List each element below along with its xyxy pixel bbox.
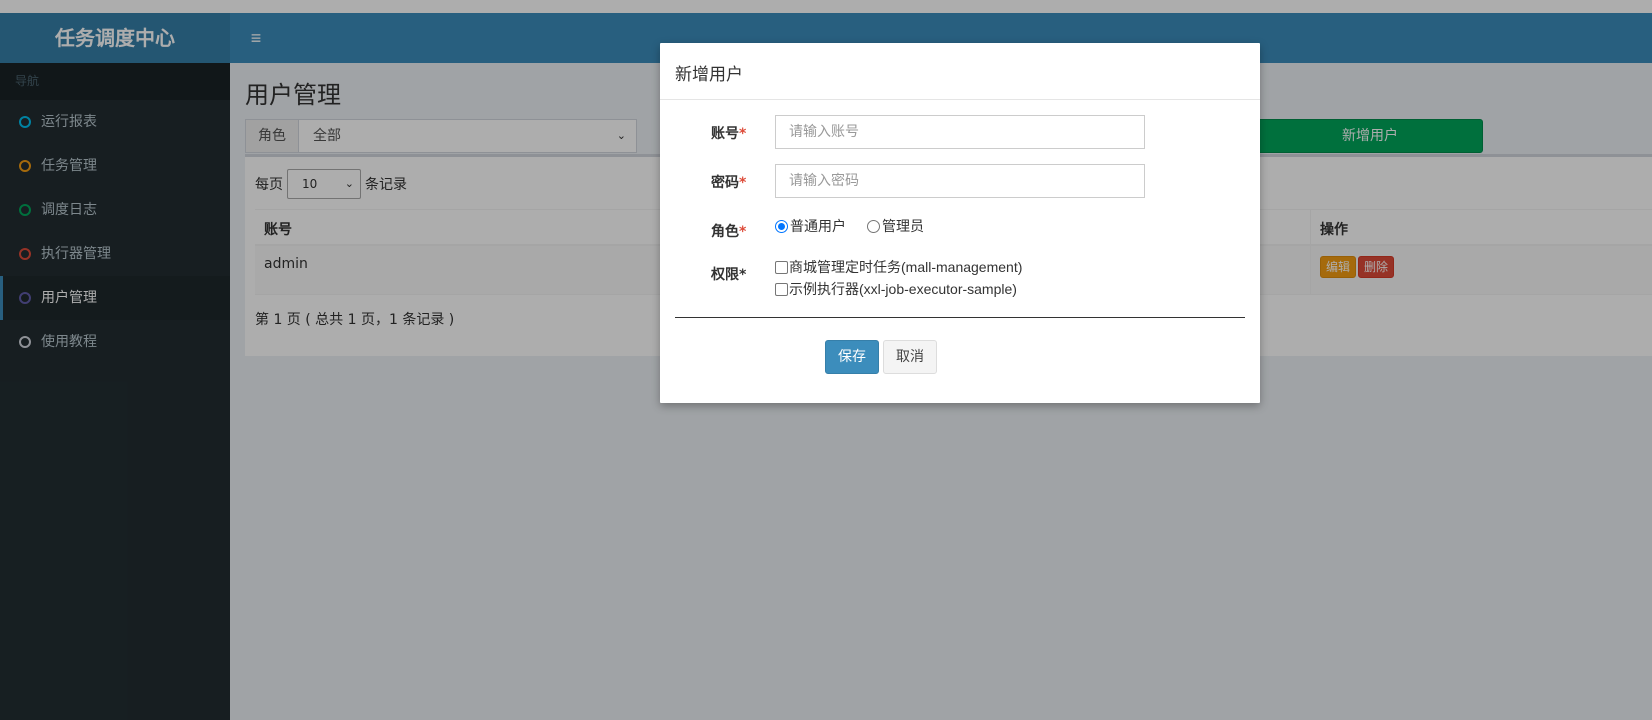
required-marker: * [739, 224, 747, 240]
password-label: 密码* [711, 172, 746, 192]
required-marker: * [739, 126, 747, 142]
checkbox-icon[interactable] [775, 260, 788, 274]
add-user-modal: 新增用户 账号* 请输入账号 密码* 请输入密码 角色* 普通用户 管理员 权限… [660, 43, 1260, 403]
account-label-text: 账号 [711, 126, 739, 142]
modal-divider [660, 99, 1260, 100]
permission-option-label: 示例执行器(xxl-job-executor-sample) [789, 281, 1017, 297]
permission-option-label: 商城管理定时任务(mall-management) [789, 259, 1023, 275]
password-label-text: 密码 [711, 175, 739, 191]
account-input[interactable]: 请输入账号 [775, 115, 1145, 149]
role-radio-normal[interactable]: 普通用户 [775, 216, 846, 236]
checkbox-icon[interactable] [775, 282, 788, 296]
save-button[interactable]: 保存 [825, 340, 879, 374]
radio-unchecked-icon[interactable] [867, 219, 880, 233]
role-radio-admin[interactable]: 管理员 [867, 216, 924, 236]
account-label: 账号* [711, 123, 746, 143]
permission-checkbox-mall[interactable]: 商城管理定时任务(mall-management) [775, 257, 1022, 277]
required-marker: * [739, 175, 747, 191]
role-label-text: 角色 [711, 224, 739, 240]
permission-checkbox-sample[interactable]: 示例执行器(xxl-job-executor-sample) [775, 279, 1017, 299]
role-option-label: 普通用户 [790, 219, 846, 235]
modal-title: 新增用户 [675, 65, 743, 85]
radio-checked-icon[interactable] [775, 219, 788, 233]
role-label: 角色* [711, 221, 746, 241]
role-option-label: 管理员 [882, 219, 924, 235]
modal-footer-divider [675, 317, 1245, 318]
password-input[interactable]: 请输入密码 [775, 164, 1145, 198]
cancel-button[interactable]: 取消 [883, 340, 937, 374]
permission-label: 权限* [711, 267, 747, 283]
